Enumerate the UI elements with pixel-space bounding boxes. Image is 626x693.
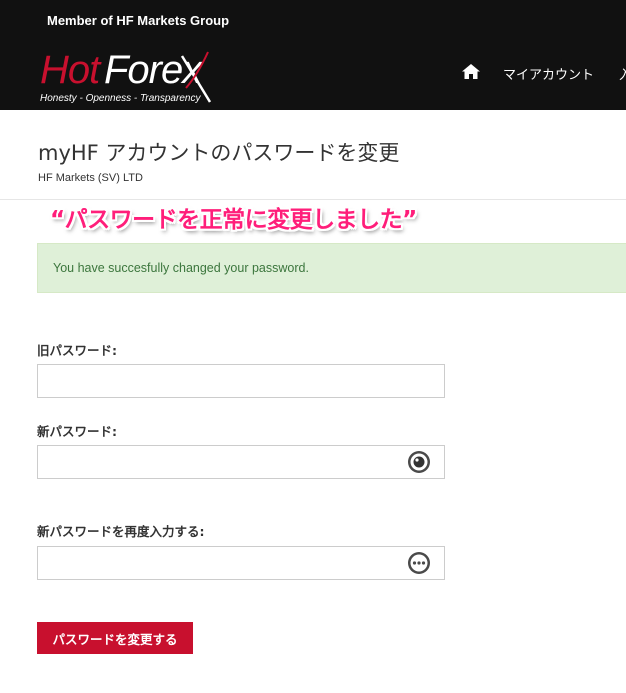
top-header: Member of HF Markets Group Hot Forex Hon…: [0, 0, 626, 110]
nav-my-account[interactable]: マイアカウント: [503, 64, 594, 83]
new-password-field[interactable]: [37, 445, 445, 479]
nav-next-item[interactable]: 入: [619, 64, 626, 83]
confirm-password-field[interactable]: [37, 546, 445, 580]
success-alert-message: You have succesfully changed your passwo…: [53, 261, 309, 275]
success-annotation: “パスワードを正常に変更しました”: [50, 207, 417, 233]
old-password-label: 旧パスワード:: [37, 343, 117, 358]
success-alert: You have succesfully changed your passwo…: [37, 243, 626, 293]
confirm-password-label: 新パスワードを再度入力する:: [37, 524, 205, 539]
change-password-button[interactable]: パスワードを変更する: [37, 622, 193, 654]
member-text: Member of HF Markets Group: [47, 13, 230, 28]
eye-hidden-icon[interactable]: [406, 550, 432, 576]
logo-brand-hot: Hot: [40, 48, 100, 92]
page-title: myHF アカウントのパスワードを変更: [38, 141, 400, 165]
eye-icon[interactable]: [406, 449, 432, 475]
home-icon[interactable]: [462, 64, 480, 83]
page-subtitle: HF Markets (SV) LTD: [38, 172, 143, 184]
hotforex-logo[interactable]: Hot Forex Honesty - Openness - Transpare…: [40, 46, 215, 110]
logo-tagline: Honesty - Openness - Transparency: [40, 93, 201, 104]
old-password-field[interactable]: [37, 364, 445, 398]
new-password-label: 新パスワード:: [37, 424, 117, 439]
